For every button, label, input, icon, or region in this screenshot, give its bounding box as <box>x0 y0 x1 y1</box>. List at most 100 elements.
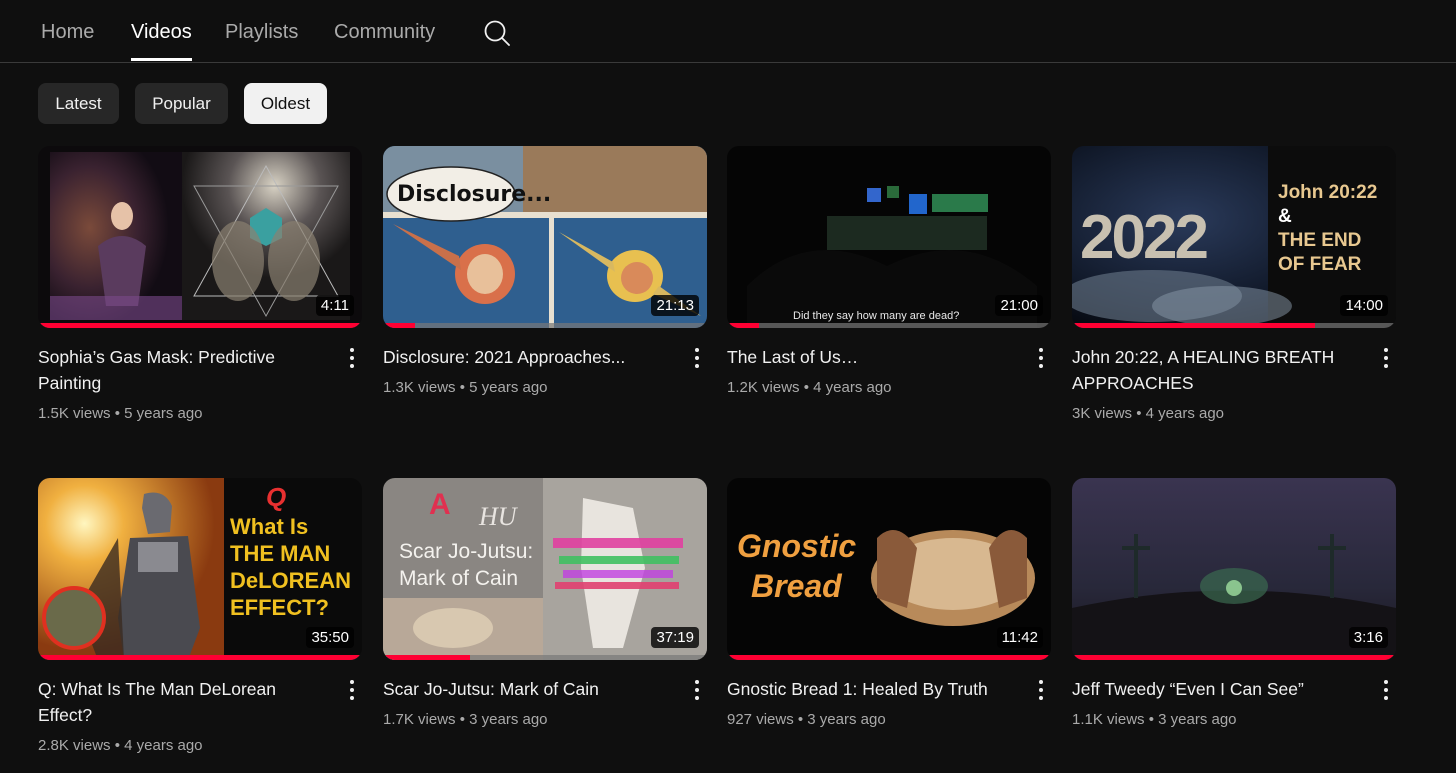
video-card: 2022 John 20:22 & THE END OF FEAR 14:00 … <box>1072 146 1396 422</box>
video-title[interactable]: Disclosure: 2021 Approaches... <box>383 344 673 370</box>
thumbnail-caption: Disclosure... <box>397 182 552 207</box>
more-options-icon[interactable] <box>687 346 707 370</box>
video-card: Gnostic Bread 11:42 Gnostic Bread 1: Hea… <box>727 478 1051 728</box>
video-duration: 11:42 <box>996 627 1043 648</box>
watch-progress-fill <box>383 323 416 328</box>
upload-age: 4 years ago <box>813 379 892 396</box>
watch-progress-fill <box>1072 323 1315 328</box>
view-count: 1.2K views <box>727 379 800 396</box>
thumbnail-caption: Mark of Cain <box>399 567 519 590</box>
video-title[interactable]: Q: What Is The Man DeLorean Effect? <box>38 676 328 728</box>
video-thumbnail[interactable]: 4:11 <box>38 146 362 328</box>
video-card: Disclosure... 21:13 Disclosure: 2021 App… <box>383 146 707 396</box>
video-duration: 35:50 <box>306 627 354 648</box>
video-thumbnail[interactable]: Disclosure... 21:13 <box>383 146 707 328</box>
thumbnail-art <box>38 146 362 328</box>
thumbnail-caption: OF FEAR <box>1278 254 1362 275</box>
video-title[interactable]: Sophia’s Gas Mask: Predictive Painting <box>38 344 328 396</box>
video-duration: 3:16 <box>1348 627 1388 648</box>
more-options-icon[interactable] <box>1031 678 1051 702</box>
more-options-icon[interactable] <box>342 346 362 370</box>
video-card: 4:11 Sophia’s Gas Mask: Predictive Paint… <box>38 146 362 422</box>
video-title[interactable]: Scar Jo-Jutsu: Mark of Cain <box>383 676 673 702</box>
video-meta: 927 views • 3 years ago <box>727 711 886 728</box>
view-count: 2.8K views <box>38 737 111 754</box>
more-options-icon[interactable] <box>342 678 362 702</box>
watch-progress-bar <box>727 655 1051 660</box>
more-options-icon[interactable] <box>1376 346 1396 370</box>
upload-age: 4 years ago <box>1145 405 1225 422</box>
video-card: Q What Is THE MAN DeLOREAN EFFECT? 35:50… <box>38 478 362 754</box>
upload-age: 4 years ago <box>124 737 203 754</box>
upload-age: 3 years ago <box>807 711 886 728</box>
upload-age: 5 years ago <box>469 379 548 396</box>
thumbnail-caption: & <box>1278 206 1292 227</box>
video-thumbnail[interactable]: 3:16 <box>1072 478 1396 660</box>
upload-age: 3 years ago <box>469 711 548 728</box>
sort-chip-latest[interactable]: Latest <box>38 83 119 124</box>
upload-age: 5 years ago <box>124 405 203 422</box>
thumbnail-caption: A <box>429 488 451 521</box>
video-title[interactable]: The Last of Us… <box>727 344 1017 370</box>
thumbnail-caption: Bread <box>751 568 842 604</box>
video-duration: 4:11 <box>315 295 354 316</box>
more-options-icon[interactable] <box>687 678 707 702</box>
video-thumbnail[interactable]: Gnostic Bread 11:42 <box>727 478 1051 660</box>
search-icon[interactable] <box>482 18 512 48</box>
watch-progress-bar <box>38 655 362 660</box>
sort-chip-popular[interactable]: Popular <box>135 83 228 124</box>
video-card: 3:16 Jeff Tweedy “Even I Can See” 1.1K v… <box>1072 478 1396 728</box>
watch-progress-bar <box>38 323 362 328</box>
thumbnail-caption: DeLOREAN <box>230 568 352 593</box>
watch-progress-fill <box>38 655 362 660</box>
thumbnail-caption: Scar Jo-Jutsu: <box>399 540 534 563</box>
thumbnail-art <box>1072 478 1396 660</box>
video-thumbnail[interactable]: Did they say how many are dead? 21:00 <box>727 146 1051 328</box>
tab-community[interactable]: Community <box>334 18 435 46</box>
thumbnail-caption: THE END <box>1278 230 1362 251</box>
video-meta: 3K views • 4 years ago <box>1072 405 1225 422</box>
video-thumbnail[interactable]: Q What Is THE MAN DeLOREAN EFFECT? 35:50 <box>38 478 362 660</box>
watch-progress-bar <box>1072 323 1396 328</box>
watch-progress-fill <box>727 323 760 328</box>
thumbnail-caption: 2022 <box>1080 203 1209 272</box>
thumbnail-caption: John 20:22 <box>1278 182 1378 203</box>
watch-progress-bar <box>727 323 1051 328</box>
tab-playlists[interactable]: Playlists <box>225 18 298 46</box>
watch-progress-bar <box>383 323 707 328</box>
thumbnail-caption: EFFECT? <box>230 595 329 620</box>
tab-videos[interactable]: Videos <box>131 18 192 61</box>
watch-progress-fill <box>727 655 1051 660</box>
video-title[interactable]: John 20:22, A HEALING BREATH APPROACHES <box>1072 344 1362 396</box>
video-duration: 21:13 <box>651 295 699 316</box>
view-count: 1.7K views <box>383 711 456 728</box>
video-duration: 14:00 <box>1340 295 1388 316</box>
video-meta: 1.3K views • 5 years ago <box>383 379 548 396</box>
video-meta: 1.2K views • 4 years ago <box>727 379 892 396</box>
thumbnail-caption: HU <box>479 502 517 531</box>
video-meta: 2.8K views • 4 years ago <box>38 737 203 754</box>
watch-progress-fill <box>38 323 362 328</box>
video-thumbnail[interactable]: A HU Scar Jo-Jutsu: Mark of Cain 37:19 <box>383 478 707 660</box>
watch-progress-fill <box>1072 655 1396 660</box>
thumbnail-caption: THE MAN <box>230 541 331 566</box>
video-title[interactable]: Jeff Tweedy “Even I Can See” <box>1072 676 1362 702</box>
thumbnail-caption: What Is <box>230 514 309 539</box>
tab-home[interactable]: Home <box>41 18 94 46</box>
video-title[interactable]: Gnostic Bread 1: Healed By Truth <box>727 676 1017 702</box>
view-count: 3K views <box>1072 405 1133 422</box>
video-meta: 1.5K views • 5 years ago <box>38 405 203 422</box>
sort-chip-oldest[interactable]: Oldest <box>244 83 327 124</box>
watch-progress-fill <box>383 655 471 660</box>
video-duration: 37:19 <box>651 627 699 648</box>
more-options-icon[interactable] <box>1376 678 1396 702</box>
video-thumbnail[interactable]: 2022 John 20:22 & THE END OF FEAR 14:00 <box>1072 146 1396 328</box>
view-count: 927 views <box>727 711 794 728</box>
more-options-icon[interactable] <box>1031 346 1051 370</box>
upload-age: 3 years ago <box>1158 711 1237 728</box>
view-count: 1.1K views <box>1072 711 1145 728</box>
video-meta: 1.7K views • 3 years ago <box>383 711 548 728</box>
thumbnail-caption: Gnostic <box>737 528 857 564</box>
view-count: 1.5K views <box>38 405 111 422</box>
channel-tab-bar: Home Videos Playlists Community <box>0 0 1456 63</box>
